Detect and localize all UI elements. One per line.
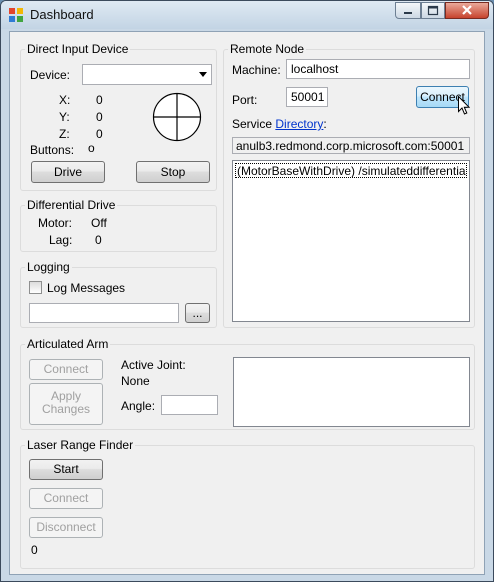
lag-label: Lag: (49, 233, 73, 247)
device-combo[interactable] (82, 64, 212, 85)
articulated-arm-group-label: Articulated Arm (25, 337, 111, 351)
joystick-crosshair-icon[interactable] (152, 92, 202, 142)
service-address-field: anulb3.redmond.corp.microsoft.com:50001 (232, 137, 470, 154)
laser-disconnect-button[interactable]: Disconnect (29, 517, 103, 538)
direct-input-group: Direct Input Device Device: X: 0 Y: 0 Z:… (20, 42, 217, 191)
stop-button-label: Stop (160, 165, 186, 179)
apply-changes-button[interactable]: Apply Changes (29, 383, 103, 425)
log-file-input[interactable] (29, 303, 179, 323)
laser-status-value: 0 (31, 543, 38, 557)
port-input-value: 50001 (291, 90, 325, 104)
browse-button-label: ... (192, 306, 203, 320)
laser-start-button[interactable]: Start (29, 459, 103, 480)
stop-button[interactable]: Stop (136, 161, 210, 183)
laser-start-button-label: Start (53, 462, 79, 476)
mouse-pointer-icon (458, 96, 470, 115)
services-list-item-label: (MotorBaseWithDrive) /simulateddifferent… (237, 164, 466, 178)
service-address-value: anulb3.redmond.corp.microsoft.com:50001 (236, 139, 465, 153)
angle-label: Angle: (121, 399, 156, 413)
window-title: Dashboard (30, 7, 94, 22)
port-input[interactable]: 50001 (286, 87, 328, 107)
x-axis-value: 0 (96, 93, 103, 107)
y-axis-value: 0 (96, 110, 103, 124)
articulated-arm-group: Articulated Arm Connect Apply Changes Ac… (20, 337, 475, 430)
z-axis-value: 0 (96, 127, 103, 141)
logging-group: Logging Log Messages ... (20, 260, 217, 328)
log-messages-checkbox[interactable] (29, 281, 42, 294)
motor-value: Off (91, 216, 107, 230)
arm-connect-button-label: Connect (43, 362, 89, 376)
drive-button[interactable]: Drive (31, 161, 105, 183)
active-joint-value: None (121, 374, 150, 388)
close-icon (462, 5, 472, 15)
maximize-button[interactable] (421, 2, 445, 19)
minimize-button[interactable] (395, 2, 421, 19)
directory-colon: : (323, 117, 327, 131)
directory-link[interactable]: Directory (275, 117, 323, 131)
remote-node-group-label: Remote Node (228, 42, 307, 56)
angle-input[interactable] (161, 395, 218, 415)
services-list-item[interactable]: (MotorBaseWithDrive) /simulateddifferent… (235, 163, 467, 178)
apply-changes-label-line2: Changes (41, 402, 91, 416)
direct-input-group-label: Direct Input Device (25, 42, 131, 56)
laser-connect-button[interactable]: Connect (29, 488, 103, 509)
laser-disconnect-button-label: Disconnect (36, 520, 96, 534)
dashboard-window: Dashboard Direct Input Device Device: X:… (0, 0, 494, 582)
service-directory-label: Service Directory: (232, 117, 327, 131)
laser-connect-button-label: Connect (43, 491, 89, 505)
close-button[interactable] (445, 2, 489, 19)
client-area: Direct Input Device Device: X: 0 Y: 0 Z:… (9, 31, 485, 575)
machine-input-value: localhost (291, 62, 339, 76)
lag-value: 0 (95, 233, 102, 247)
port-label: Port: (232, 93, 258, 107)
title-bar[interactable]: Dashboard (1, 1, 493, 29)
differential-drive-group: Differential Drive Motor: Off Lag: 0 (20, 198, 217, 252)
minimize-icon (404, 12, 412, 14)
browse-log-file-button[interactable]: ... (185, 303, 210, 323)
active-joint-label: Active Joint: (121, 358, 186, 372)
service-label: Service (232, 117, 273, 131)
remote-node-group: Remote Node Machine: localhost Port: 500… (223, 42, 475, 328)
chevron-down-icon (199, 72, 207, 77)
logging-group-label: Logging (25, 260, 72, 274)
differential-drive-group-label: Differential Drive (25, 198, 118, 212)
x-axis-label: X: (59, 93, 71, 107)
drive-button-label: Drive (53, 165, 82, 179)
motor-label: Motor: (38, 216, 73, 230)
y-axis-label: Y: (59, 110, 70, 124)
services-list[interactable]: (MotorBaseWithDrive) /simulateddifferent… (232, 160, 470, 322)
laser-range-finder-group: Laser Range Finder Start Connect Disconn… (20, 438, 475, 569)
buttons-label: Buttons: (30, 143, 75, 157)
app-icon (9, 8, 23, 22)
buttons-value: o (88, 141, 95, 155)
log-messages-label[interactable]: Log Messages (47, 281, 125, 295)
joints-list[interactable] (233, 357, 470, 427)
arm-connect-button[interactable]: Connect (29, 359, 103, 380)
z-axis-label: Z: (59, 127, 70, 141)
device-label: Device: (30, 68, 71, 82)
machine-label: Machine: (232, 63, 281, 77)
laser-range-finder-group-label: Laser Range Finder (25, 438, 136, 452)
machine-input[interactable]: localhost (286, 59, 470, 79)
maximize-icon (427, 5, 439, 16)
